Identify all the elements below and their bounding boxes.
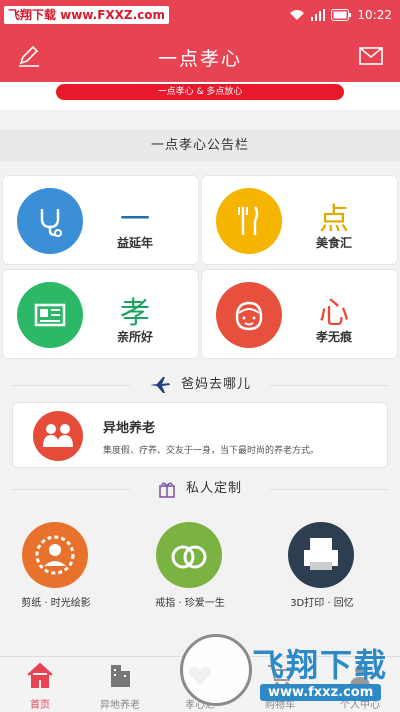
rings-icon [156,522,222,588]
app-header: 一点孝心 [0,30,400,82]
status-time: 10:22 [357,8,392,22]
section-travel-heading: 爸妈去哪儿 [0,374,400,396]
tab-label: 异地养老 [100,700,140,711]
status-bar: 飞翔下载 www.FXXZ.com 10:22 [0,0,400,30]
service-label: 剪纸 · 时光绘影 [21,598,91,609]
elder-title: 异地养老 [103,421,156,436]
face-icon [216,282,282,348]
mail-icon[interactable] [358,44,384,68]
banner-pill[interactable]: 一点孝心 & 多点放心 [56,84,344,100]
gift-icon [159,482,175,498]
service-3dprint[interactable]: 3D打印 · 回忆 [272,522,372,612]
status-icons: 10:22 [289,6,392,24]
service-label: 戒指 · 珍爱一生 [155,598,225,609]
section-custom-label: 私人定制 [185,481,242,496]
wifi-icon [290,10,305,20]
card-meishihui[interactable]: 点 美食汇 [201,175,398,265]
tab-home[interactable]: 首页 [0,661,80,712]
tab-elder-care[interactable]: 异地养老 [80,661,160,712]
card-glyph: 孝 [120,296,150,331]
card-label: 亲所好 [116,330,153,344]
papercut-icon [22,522,88,588]
signal-icon [311,9,326,21]
card-yiyannian[interactable]: 一 益延年 [2,175,199,265]
service-label: 3D打印 · 回忆 [290,598,354,609]
watermark-logo [180,634,252,706]
section-custom-heading: 私人定制 [0,478,400,500]
banner-strip: 一点孝心 & 多点放心 [0,82,400,110]
family-icon [33,411,83,461]
battery-icon [331,9,352,21]
card-label: 美食汇 [315,236,352,250]
card-glyph: 心 [319,296,349,331]
newspaper-icon [17,282,83,348]
fork-knife-icon [216,188,282,254]
stethoscope-icon [17,188,83,254]
elder-care-card[interactable]: 异地养老 集度假、疗养、交友于一身，当下最时尚的养老方式。 [12,402,388,468]
watermark-label: 飞翔下载 www.FXXZ.com [4,6,170,24]
card-glyph: 一 [120,202,150,237]
card-glyph: 点 [319,202,349,237]
card-label: 孝无痕 [315,330,352,344]
notice-board[interactable]: 一点孝心公告栏 [0,130,400,162]
printer-icon [288,522,354,588]
watermark-overlay: 飞翔下载 www.fxxz.com [180,632,392,708]
elder-desc: 集度假、疗养、交友于一身，当下最时尚的养老方式。 [103,446,320,456]
airplane-icon [149,377,170,393]
home-icon [27,662,53,688]
tab-label: 首页 [30,700,50,711]
watermark-text: 飞翔下载 [252,646,389,684]
watermark-url: www.fxxz.com [260,684,382,701]
section-travel-label: 爸妈去哪儿 [180,377,251,392]
service-rings[interactable]: 戒指 · 珍爱一生 [140,522,240,612]
building-icon [111,665,130,687]
service-papercut[interactable]: 剪纸 · 时光绘影 [6,522,106,612]
card-label: 益延年 [116,236,153,250]
page-title: 一点孝心 [157,48,242,70]
card-qinsuohao[interactable]: 孝 亲所好 [2,269,199,359]
card-xiaowuhen[interactable]: 心 孝无痕 [201,269,398,359]
